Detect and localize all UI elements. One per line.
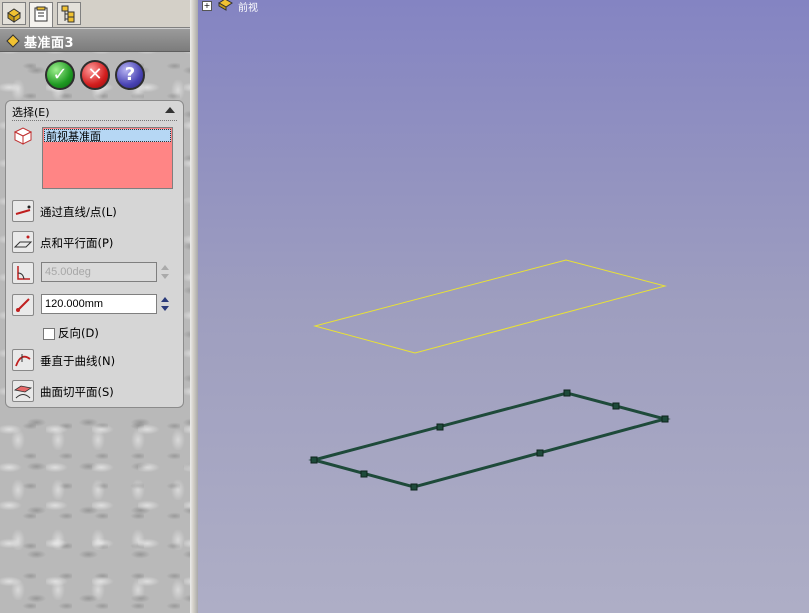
offset-spinner[interactable] xyxy=(159,294,173,314)
reference-selection-list[interactable]: 前视基准面 xyxy=(42,127,173,189)
plane-handle[interactable] xyxy=(360,470,368,478)
feature-tree-icon xyxy=(7,8,21,23)
plane-handle[interactable] xyxy=(410,483,418,491)
plane-icon xyxy=(6,34,20,48)
plane-handle[interactable] xyxy=(536,449,544,457)
manager-tab-bar xyxy=(0,0,190,28)
featuremanager-tab[interactable] xyxy=(2,2,26,25)
angle-button[interactable] xyxy=(12,262,34,284)
through-line-point-label: 通过直线/点(L) xyxy=(40,205,117,219)
normal-to-curve-icon xyxy=(15,354,31,367)
selected-reference-item[interactable]: 前视基准面 xyxy=(44,129,171,143)
plane-handle[interactable] xyxy=(563,389,571,397)
propertymanager-tab[interactable] xyxy=(29,2,53,27)
plane-handles[interactable] xyxy=(310,389,669,491)
cancel-button[interactable]: ✕ xyxy=(80,60,110,90)
tree-root-label[interactable]: 前视 xyxy=(238,0,258,14)
property-manager-panel: 基准面3 ✓ ✕ ? 选择(E) 前视基准面 通过直线/点(L) 点和平行面(P… xyxy=(0,0,190,613)
spin-down-icon[interactable] xyxy=(161,274,169,279)
selection-group-label: 选择(E) xyxy=(12,106,50,119)
through-line-point-icon xyxy=(15,205,31,215)
spin-up-icon[interactable] xyxy=(161,265,169,270)
feature-title: 基准面3 xyxy=(24,36,75,51)
surface-tangent-label: 曲面切平面(S) xyxy=(40,385,114,399)
model-scene[interactable] xyxy=(198,0,809,613)
plane-handle[interactable] xyxy=(310,456,318,464)
selection-group: 选择(E) 前视基准面 通过直线/点(L) 点和平行面(P) 45.00deg … xyxy=(5,100,184,408)
ok-button[interactable]: ✓ xyxy=(45,60,75,90)
plane-handle[interactable] xyxy=(661,415,669,423)
part-icon xyxy=(218,0,233,11)
point-parallel-label: 点和平行面(P) xyxy=(40,236,114,250)
angle-icon xyxy=(17,266,30,280)
normal-to-curve-button[interactable] xyxy=(12,349,34,371)
feature-title-bar: 基准面3 xyxy=(0,28,190,52)
through-line-point-button[interactable] xyxy=(12,200,34,222)
preview-plane-outline xyxy=(313,259,667,354)
offset-distance-icon xyxy=(16,298,30,312)
property-manager-icon xyxy=(34,6,48,22)
configuration-icon xyxy=(61,5,75,23)
surface-tangent-button[interactable] xyxy=(12,380,34,402)
angle-spinner[interactable] xyxy=(159,262,173,282)
panel-splitter[interactable] xyxy=(190,0,198,613)
plane-handle[interactable] xyxy=(612,402,620,410)
graphics-viewport[interactable]: + 前视 xyxy=(198,0,809,613)
configurationmanager-tab[interactable] xyxy=(57,2,81,25)
offset-distance-button[interactable] xyxy=(12,294,34,316)
reference-cube-icon xyxy=(13,127,33,145)
expand-icon[interactable]: + xyxy=(202,1,212,11)
reverse-checkbox[interactable] xyxy=(43,328,55,340)
reverse-label[interactable]: 反向(D) xyxy=(58,325,99,341)
help-button[interactable]: ? xyxy=(115,60,145,90)
spin-up-icon[interactable] xyxy=(161,297,169,302)
point-parallel-button[interactable] xyxy=(12,231,34,253)
normal-to-curve-label: 垂直于曲线(N) xyxy=(40,354,116,368)
surface-tangent-icon xyxy=(13,385,33,399)
collapse-icon[interactable] xyxy=(165,107,175,113)
angle-field[interactable] xyxy=(41,262,157,282)
spin-down-icon[interactable] xyxy=(161,306,169,311)
offset-distance-field[interactable] xyxy=(41,294,157,314)
group-separator xyxy=(12,120,177,121)
point-parallel-icon xyxy=(13,235,33,248)
plane-handle[interactable] xyxy=(436,423,444,431)
